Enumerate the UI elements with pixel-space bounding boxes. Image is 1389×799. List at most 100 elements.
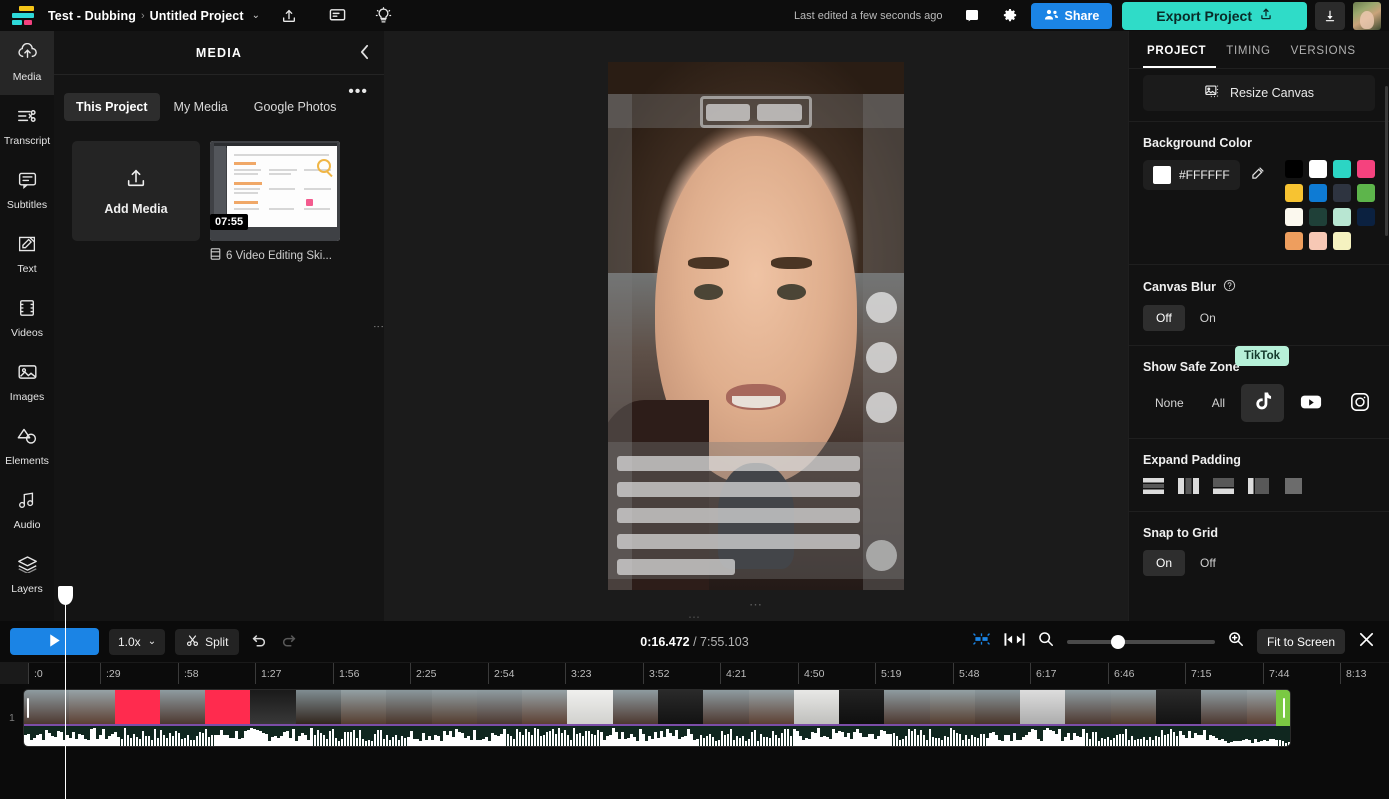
safe-zone-instagram[interactable] (1338, 385, 1382, 422)
chevron-down-icon[interactable]: ⌄ (252, 10, 260, 21)
clip-trim-end-handle[interactable] (1276, 690, 1290, 726)
tab-this-project[interactable]: This Project (64, 93, 160, 121)
breadcrumb-root[interactable]: Test - Dubbing (48, 9, 136, 23)
video-canvas[interactable] (608, 62, 904, 590)
sidebar-item-subtitles[interactable]: Subtitles (0, 159, 54, 223)
download-button[interactable] (1315, 2, 1345, 30)
more-options-icon[interactable]: ••• (348, 83, 368, 101)
swatch-5[interactable] (1309, 184, 1327, 202)
media-thumbnail[interactable]: 07:55 (210, 141, 340, 241)
editor-body: Media Transcript Subtitles (0, 31, 1389, 621)
play-button[interactable] (10, 628, 99, 655)
sidebar-item-elements[interactable]: Elements (0, 415, 54, 479)
swatch-12[interactable] (1285, 232, 1303, 250)
padding-left-icon[interactable] (1248, 477, 1269, 495)
canvas-blur-off[interactable]: Off (1143, 305, 1185, 331)
playback-speed-select[interactable]: 1.0x ⌄ (109, 629, 165, 655)
redo-icon[interactable] (279, 633, 299, 651)
timeline-zoom-knob[interactable] (1111, 635, 1125, 649)
timeline-ruler[interactable]: :0:29:581:271:562:252:543:233:524:214:50… (0, 662, 1389, 684)
swatch-4[interactable] (1285, 184, 1303, 202)
swatch-0[interactable] (1285, 160, 1303, 178)
lightbulb-icon[interactable] (368, 1, 398, 31)
padding-bottom-icon[interactable] (1213, 477, 1234, 495)
help-circle-icon[interactable] (1223, 279, 1236, 295)
sidebar-item-images[interactable]: Images (0, 351, 54, 415)
eyedropper-icon[interactable] (1250, 166, 1265, 186)
tab-timing[interactable]: TIMING (1216, 45, 1280, 68)
share-button[interactable]: Share (1031, 3, 1113, 29)
swatch-8[interactable] (1285, 208, 1303, 226)
fit-to-screen-button[interactable]: Fit to Screen (1257, 629, 1345, 654)
zoom-out-icon[interactable] (1038, 631, 1054, 652)
export-project-button[interactable]: Export Project (1122, 2, 1307, 30)
snap-magnet-icon[interactable] (972, 631, 991, 652)
gear-icon[interactable] (995, 1, 1025, 31)
media-asset-card[interactable]: 07:55 6 Video Editing Ski... (210, 141, 340, 263)
padding-left-right-icon[interactable] (1178, 477, 1199, 495)
tab-my-media[interactable]: My Media (162, 93, 240, 121)
project-name[interactable]: Untitled Project (150, 9, 244, 23)
canvas-stage: ⋯ (384, 31, 1128, 621)
background-color-swatches (1285, 160, 1375, 250)
sidebar-item-videos[interactable]: Videos (0, 287, 54, 351)
clip-trim-start-handle[interactable] (27, 698, 29, 718)
stage-drag-handle[interactable]: ⋯ (749, 597, 763, 613)
share-upload-icon[interactable] (274, 1, 304, 31)
safe-zone-none[interactable]: None (1143, 389, 1196, 417)
properties-panel: PROJECT TIMING VERSIONS Resize Canvas (1128, 31, 1389, 621)
timeline: ⋯ 1.0x ⌄ Split (0, 621, 1389, 799)
timeline-clip[interactable] (23, 689, 1291, 747)
resize-canvas-button[interactable]: Resize Canvas (1143, 75, 1375, 111)
swatch-11[interactable] (1357, 208, 1375, 226)
undo-icon[interactable] (249, 633, 269, 651)
playhead[interactable] (65, 587, 66, 799)
swatch-13[interactable] (1309, 232, 1327, 250)
safe-zone-all[interactable]: All (1200, 389, 1237, 417)
swatch-2[interactable] (1333, 160, 1351, 178)
music-note-icon (17, 491, 37, 514)
tab-google-photos[interactable]: Google Photos (242, 93, 349, 121)
swatch-3[interactable] (1357, 160, 1375, 178)
snap-to-grid-off[interactable]: Off (1187, 550, 1229, 576)
safe-zone-tiktok[interactable] (1241, 384, 1284, 422)
clip-thumbnail-frame (794, 690, 839, 726)
split-button[interactable]: Split (175, 629, 239, 655)
playhead-handle[interactable] (58, 586, 73, 605)
chevron-left-icon[interactable] (359, 44, 370, 64)
snap-to-grid-on[interactable]: On (1143, 550, 1185, 576)
resize-canvas-label: Resize Canvas (1230, 86, 1314, 100)
properties-scrollbar[interactable] (1385, 86, 1388, 236)
sidebar-item-audio[interactable]: Audio (0, 479, 54, 543)
canvas-blur-on[interactable]: On (1187, 305, 1229, 331)
sidebar-item-transcript[interactable]: Transcript (0, 95, 54, 159)
sidebar-item-media[interactable]: Media (0, 31, 54, 95)
zoom-in-icon[interactable] (1228, 631, 1244, 652)
padding-none-icon[interactable] (1283, 477, 1304, 495)
media-grid: Add Media (54, 121, 384, 263)
swatch-10[interactable] (1333, 208, 1351, 226)
swatch-7[interactable] (1357, 184, 1375, 202)
timeline-zoom-slider[interactable] (1067, 640, 1215, 644)
comments-panel-icon[interactable] (957, 1, 987, 31)
user-avatar[interactable] (1353, 2, 1381, 30)
sidebar-item-text[interactable]: Text (0, 223, 54, 287)
swatch-1[interactable] (1309, 160, 1327, 178)
swatch-9[interactable] (1309, 208, 1327, 226)
sidebar-item-layers[interactable]: Layers (0, 543, 54, 607)
tab-project[interactable]: PROJECT (1143, 45, 1216, 68)
app-logo[interactable] (10, 5, 38, 27)
swatch-14[interactable] (1333, 232, 1351, 250)
background-color-field[interactable]: #FFFFFF (1143, 160, 1240, 190)
tab-versions[interactable]: VERSIONS (1281, 45, 1366, 68)
timeline-resize-handle[interactable]: ⋯ (688, 610, 701, 624)
comment-icon[interactable] (322, 1, 352, 31)
swatch-6[interactable] (1333, 184, 1351, 202)
close-icon[interactable] (1358, 631, 1375, 653)
add-media-button[interactable]: Add Media (72, 141, 200, 241)
canvas-blur-text: Canvas Blur (1143, 280, 1216, 294)
safe-zone-youtube[interactable] (1288, 387, 1334, 420)
fit-arrows-icon[interactable] (1004, 632, 1025, 652)
resize-canvas-icon (1204, 84, 1221, 102)
padding-top-bottom-icon[interactable] (1143, 477, 1164, 495)
